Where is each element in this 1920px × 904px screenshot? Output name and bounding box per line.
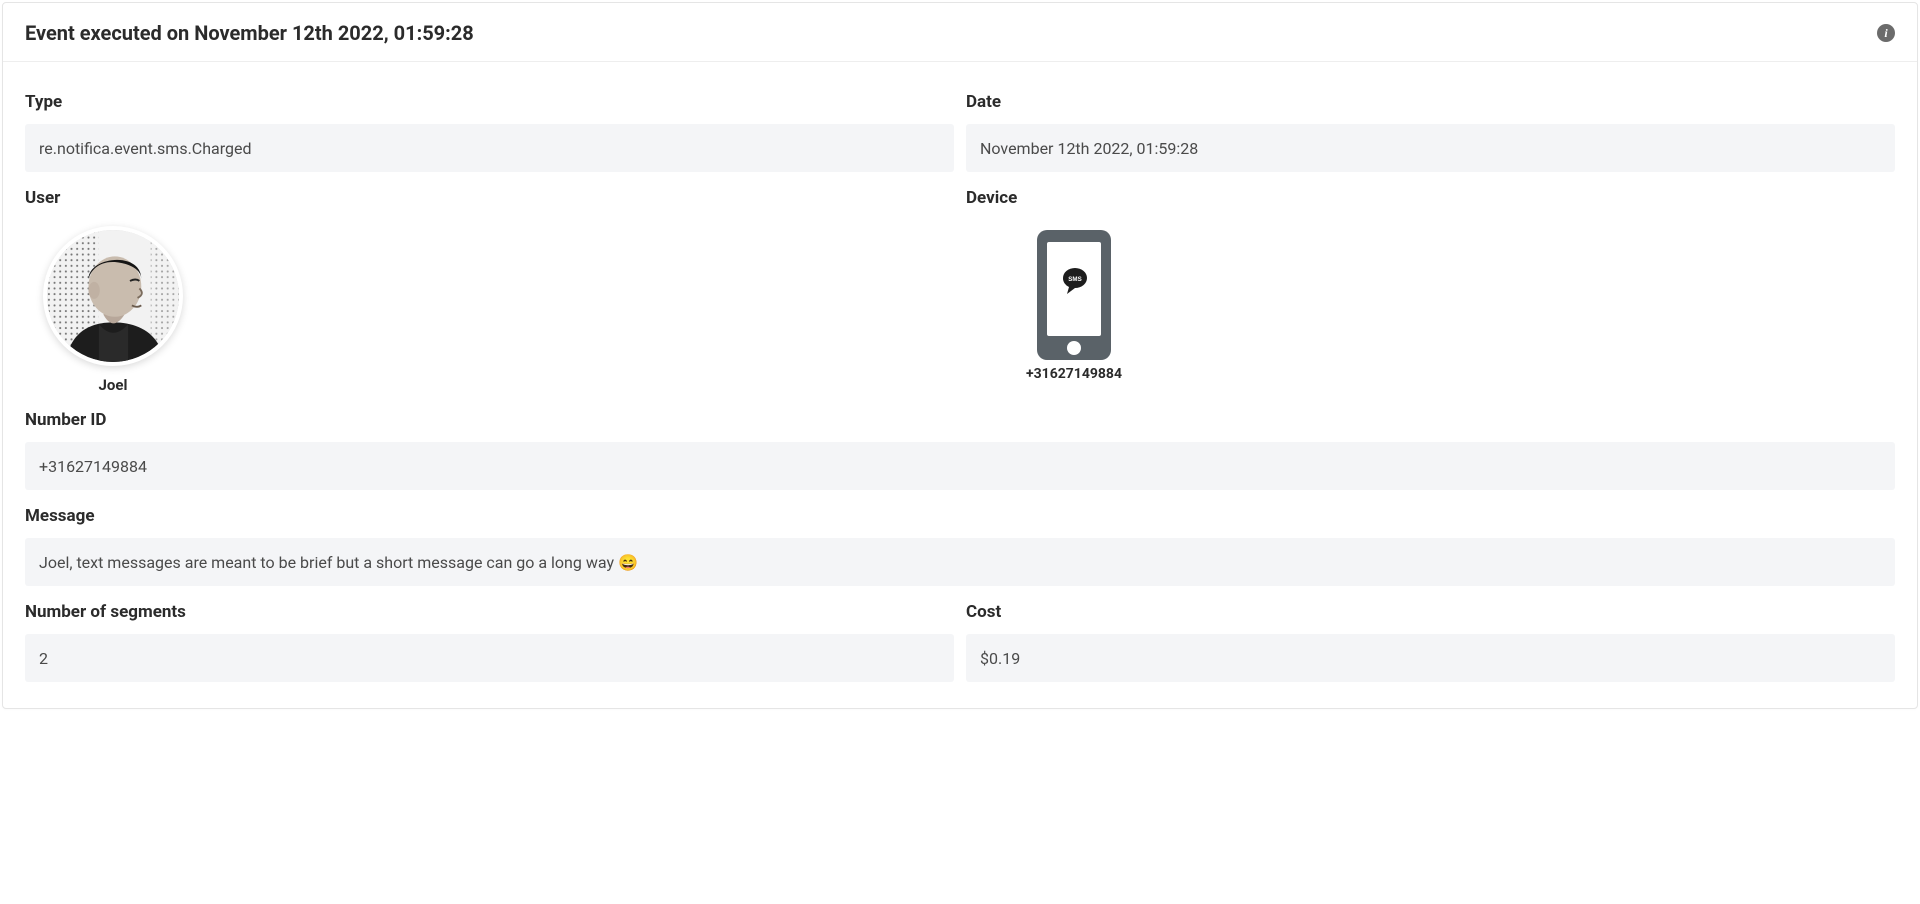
date-value: November 12th 2022, 01:59:28	[966, 124, 1895, 172]
info-icon[interactable]: i	[1877, 24, 1895, 42]
number-id-value: +31627149884	[25, 442, 1895, 490]
cost-label: Cost	[966, 602, 1895, 622]
message-value: Joel, text messages are meant to be brie…	[25, 538, 1895, 586]
type-label: Type	[25, 92, 954, 112]
user-label: User	[25, 188, 954, 208]
page-title: Event executed on November 12th 2022, 01…	[25, 21, 474, 45]
type-value: re.notifica.event.sms.Charged	[25, 124, 954, 172]
phone-sms-icon: SMS	[1033, 230, 1115, 360]
card-body: Type re.notifica.event.sms.Charged Date …	[3, 62, 1917, 708]
user-name: Joel	[99, 376, 128, 394]
user-avatar[interactable]	[43, 226, 183, 366]
event-detail-card: Event executed on November 12th 2022, 01…	[2, 2, 1918, 709]
card-header: Event executed on November 12th 2022, 01…	[3, 3, 1917, 62]
avatar-image	[47, 230, 179, 362]
message-label: Message	[25, 506, 1895, 526]
device-number: +31627149884	[1026, 366, 1122, 382]
date-label: Date	[966, 92, 1895, 112]
number-id-label: Number ID	[25, 410, 1895, 430]
segments-label: Number of segments	[25, 602, 954, 622]
segments-value: 2	[25, 634, 954, 682]
user-block: Joel	[25, 220, 954, 394]
cost-value: $0.19	[966, 634, 1895, 682]
device-block: SMS +31627149884	[966, 220, 1895, 382]
device-label: Device	[966, 188, 1895, 208]
sms-icon-text: SMS	[1068, 276, 1081, 283]
